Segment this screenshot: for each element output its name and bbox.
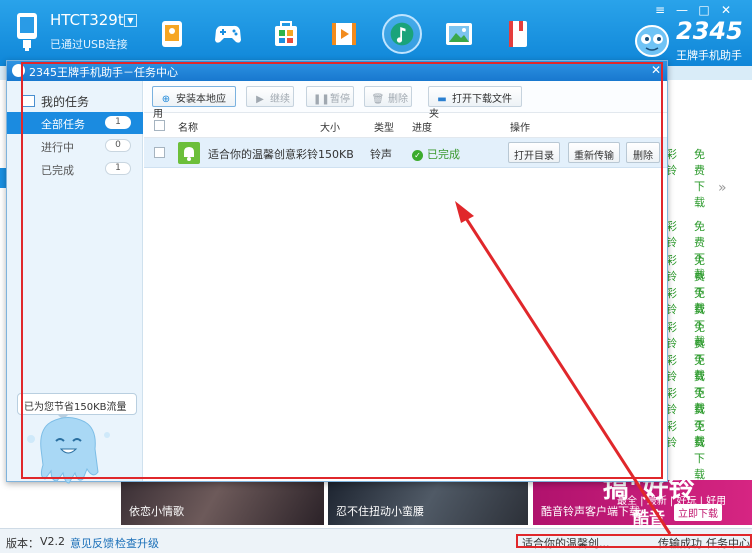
close-button[interactable]: ✕: [716, 3, 736, 17]
upgrade-link[interactable]: 检查升级: [115, 535, 159, 551]
minimize-button[interactable]: —: [672, 3, 692, 17]
games-icon[interactable]: [212, 18, 244, 50]
annotation-box-status: [516, 534, 752, 548]
wallpaper-icon[interactable]: [443, 18, 475, 50]
banner-love-song[interactable]: 依恋小情歌: [121, 480, 324, 525]
banner-caption: 忍不住扭动小蛮腰: [336, 505, 424, 518]
video-icon[interactable]: [328, 18, 360, 50]
banner-download-button[interactable]: 立即下载: [674, 504, 722, 521]
mascot-icon: [635, 25, 669, 57]
usb-phone-icon: [17, 13, 37, 51]
connection-status: 已通过USB连接: [50, 38, 128, 51]
banner-dance[interactable]: 忍不住扭动小蛮腰: [328, 480, 528, 525]
annotation-box-dialog: [21, 62, 663, 479]
top-header: HTCT329t ▼ 已通过USB连接 ≡ — □ ✕ 2345 王牌手机助手: [0, 0, 752, 66]
device-dropdown[interactable]: ▼: [124, 14, 137, 27]
maximize-button[interactable]: □: [694, 3, 714, 17]
apps-icon[interactable]: [270, 18, 302, 50]
brand-name: 2345: [676, 17, 743, 45]
contacts-icon[interactable]: [156, 18, 188, 50]
version-number: V2.2: [40, 535, 66, 548]
banner-kuyin[interactable]: 搞"好铃 酷音 最全 | 最新 | 好玩 | 好用 酷音铃声客户端下载 立即下载: [533, 480, 752, 525]
version-label: 版本：: [6, 537, 39, 550]
feedback-link[interactable]: 意见反馈: [70, 535, 114, 551]
download-link[interactable]: 免费下载: [694, 418, 705, 482]
music-icon[interactable]: [382, 14, 422, 54]
device-name: HTCT329t: [50, 11, 124, 29]
banner-caption: 依恋小情歌: [129, 505, 184, 518]
download-link[interactable]: 免费下载: [694, 146, 705, 210]
banner-caption: 酷音铃声客户端下载: [541, 505, 640, 518]
menu-icon[interactable]: ≡: [650, 3, 670, 17]
brand-tagline: 王牌手机助手: [676, 49, 742, 62]
brand-logo: 2345 王牌手机助手: [632, 17, 752, 63]
ebook-icon[interactable]: [502, 18, 534, 50]
more-icon[interactable]: »: [718, 180, 727, 196]
